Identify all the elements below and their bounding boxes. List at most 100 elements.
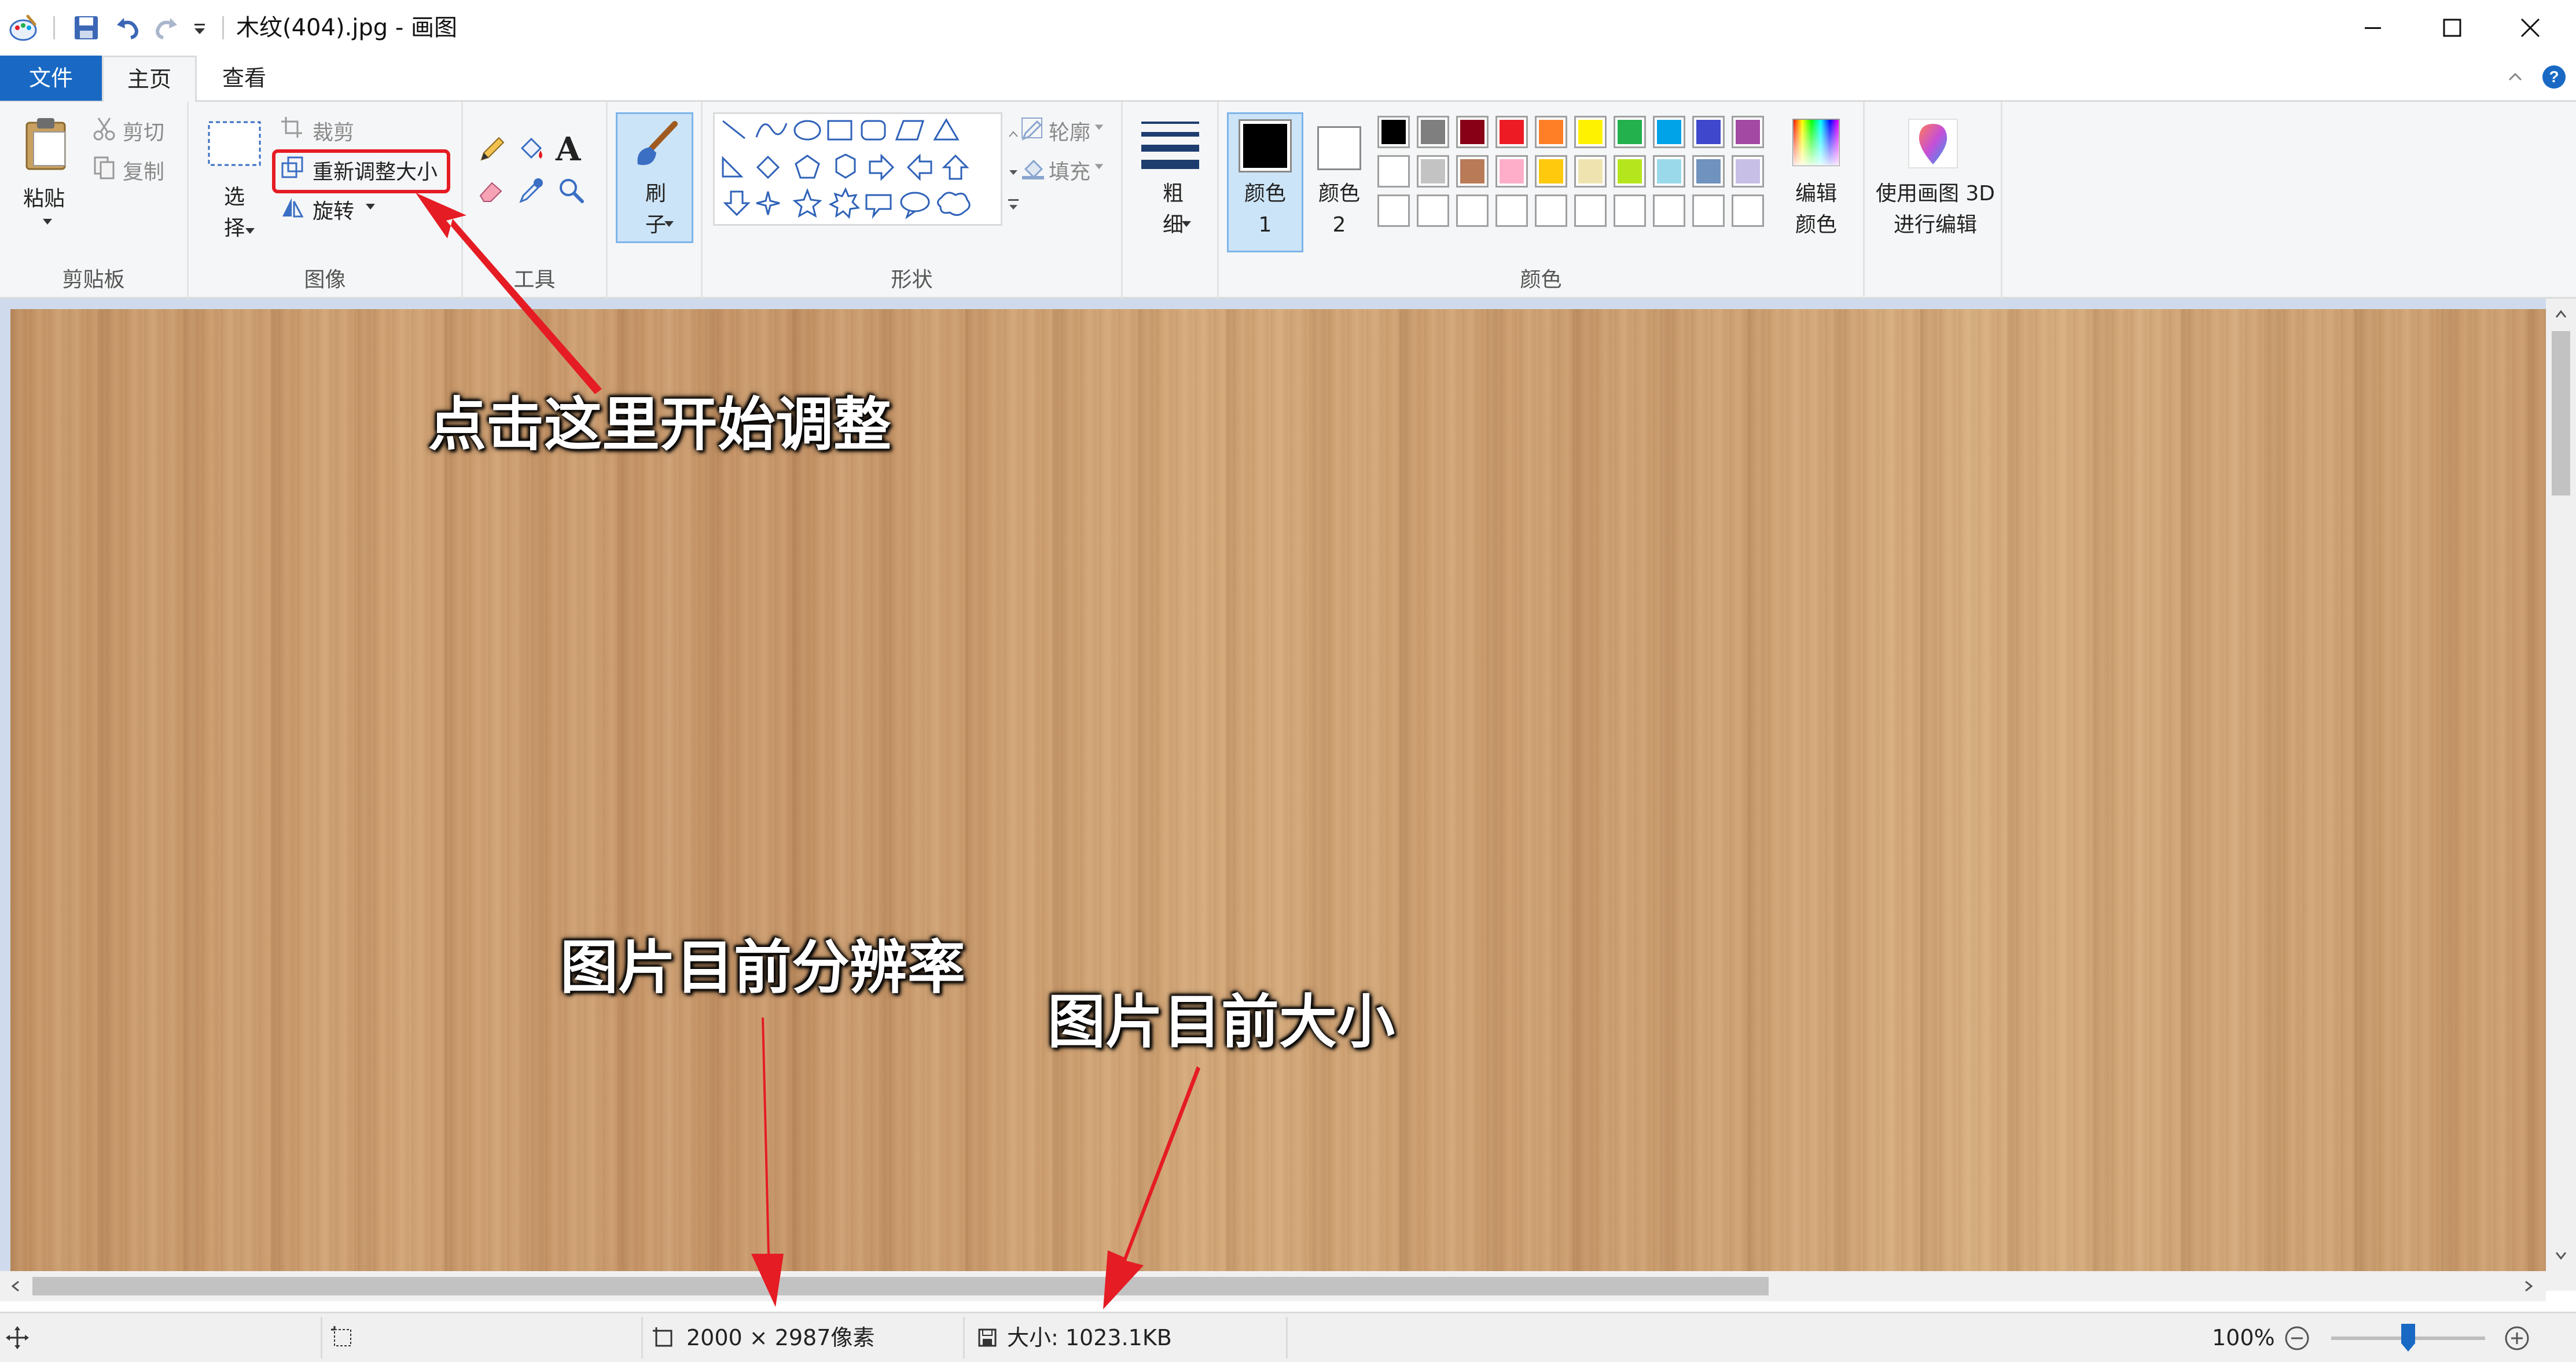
selection-size-icon [330, 1325, 355, 1353]
scroll-right-icon[interactable] [2514, 1271, 2544, 1301]
magnifier-icon[interactable] [556, 175, 587, 208]
outline-dropdown-icon[interactable] [1094, 122, 1104, 134]
fill-dropdown-icon[interactable] [1094, 161, 1104, 174]
paint-app-icon[interactable] [8, 13, 39, 43]
fill-bucket-icon[interactable] [515, 134, 546, 168]
color2-swatch[interactable] [1317, 126, 1361, 170]
pencil-icon[interactable] [476, 134, 507, 168]
svg-text:?: ? [2549, 68, 2559, 86]
tab-file[interactable]: 文件 [0, 56, 102, 101]
custom-color-slot[interactable] [1574, 194, 1607, 227]
wood-grain-image[interactable] [10, 309, 2546, 1290]
custom-color-slot[interactable] [1377, 194, 1410, 227]
horizontal-scroll-thumb[interactable] [32, 1277, 1769, 1295]
maximize-button[interactable] [2412, 0, 2491, 56]
fill-button[interactable]: 填充 [1049, 155, 1090, 185]
annotation-file-size: 图片目前大小 [1048, 988, 1395, 1056]
annotation-resolution: 图片目前分辨率 [560, 934, 965, 1001]
vertical-scroll-thumb[interactable] [2552, 331, 2570, 495]
select-icon[interactable] [206, 119, 264, 171]
status-bar: 2000 × 2987像素 大小: 1023.1KB 100% [0, 1312, 2576, 1362]
scroll-up-icon[interactable] [2546, 299, 2576, 329]
horizontal-scrollbar[interactable] [0, 1271, 2546, 1301]
minimize-button[interactable] [2334, 0, 2412, 56]
paste-dropdown-icon[interactable] [42, 215, 53, 229]
custom-color-slot[interactable] [1535, 194, 1567, 227]
zoom-slider[interactable] [2331, 1324, 2485, 1352]
brushes-dropdown-icon[interactable] [663, 218, 675, 232]
shapes-scroll[interactable] [1006, 112, 1021, 226]
color-swatch[interactable] [1456, 116, 1489, 148]
paint3d-icon[interactable] [1905, 116, 1961, 174]
color-swatch[interactable] [1732, 155, 1764, 188]
color-swatch[interactable] [1614, 155, 1646, 188]
color-swatch[interactable] [1653, 155, 1685, 188]
color-swatch[interactable] [1417, 155, 1449, 188]
status-separator [321, 1317, 322, 1359]
vertical-scrollbar[interactable] [2546, 299, 2576, 1291]
help-icon[interactable]: ? [2541, 64, 2567, 93]
status-separator [1286, 1317, 1288, 1359]
tools-group-label: 工具 [513, 268, 556, 292]
outline-button[interactable]: 轮廓 [1049, 116, 1090, 146]
size-dropdown-icon[interactable] [1181, 218, 1192, 232]
colors-group-label: 颜色 [1520, 268, 1562, 292]
color-swatch[interactable] [1692, 116, 1725, 148]
zoom-out-button[interactable] [2284, 1325, 2310, 1354]
paste-button[interactable] [21, 115, 73, 175]
cut-button[interactable]: 剪切 [123, 116, 164, 146]
tab-home[interactable]: 主页 [102, 56, 197, 102]
color2-label[interactable]: 颜色 2 [1311, 178, 1367, 241]
custom-color-slot[interactable] [1692, 194, 1725, 227]
size-lines-icon[interactable] [1140, 119, 1200, 175]
collapse-ribbon-icon[interactable] [2504, 65, 2527, 90]
color-picker-icon[interactable] [515, 175, 546, 208]
color-swatch[interactable] [1574, 155, 1607, 188]
tools-group: A 工具 [463, 102, 608, 299]
save-icon[interactable] [72, 13, 101, 43]
close-button[interactable] [2491, 0, 2570, 56]
zoom-in-button[interactable] [2504, 1325, 2530, 1354]
tab-view[interactable]: 查看 [208, 56, 280, 101]
rotate-button[interactable]: 旋转 [313, 194, 354, 225]
rotate-dropdown-icon[interactable] [365, 200, 376, 214]
eraser-icon[interactable] [476, 175, 507, 208]
color-swatch[interactable] [1692, 155, 1725, 188]
brushes-group: 刷子 [608, 102, 703, 299]
crop-button[interactable]: 裁剪 [313, 116, 354, 146]
status-separator [641, 1317, 643, 1359]
paint3d-button[interactable]: 使用画图 3D 进行编辑 [1875, 178, 1996, 241]
color-swatch[interactable] [1377, 116, 1410, 148]
color-swatch[interactable] [1495, 155, 1528, 188]
color-swatch[interactable] [1377, 155, 1410, 188]
select-dropdown-icon[interactable] [244, 225, 256, 238]
color-swatch[interactable] [1732, 116, 1764, 148]
text-tool-icon[interactable]: A [556, 132, 580, 167]
color-palette [1377, 116, 1777, 232]
copy-button[interactable]: 复制 [123, 155, 164, 185]
color-swatch[interactable] [1574, 116, 1607, 148]
undo-icon[interactable] [113, 13, 142, 43]
edit-colors-icon[interactable] [1788, 115, 1844, 172]
color-swatch[interactable] [1495, 116, 1528, 148]
custom-color-slot[interactable] [1614, 194, 1646, 227]
color-swatch[interactable] [1535, 116, 1567, 148]
custom-color-slot[interactable] [1456, 194, 1489, 227]
color-swatch[interactable] [1653, 116, 1685, 148]
scroll-down-icon[interactable] [2546, 1241, 2576, 1271]
custom-color-slot[interactable] [1732, 194, 1764, 227]
color-swatch[interactable] [1535, 155, 1567, 188]
customize-quick-access-icon[interactable] [191, 13, 208, 43]
scroll-left-icon[interactable] [0, 1271, 30, 1301]
redo-icon[interactable] [152, 13, 181, 43]
paste-label[interactable]: 粘贴 [23, 182, 65, 212]
custom-color-slot[interactable] [1653, 194, 1685, 227]
color-swatch[interactable] [1417, 116, 1449, 148]
color-swatch[interactable] [1456, 155, 1489, 188]
canvas-workspace [0, 299, 2576, 1301]
zoom-slider-thumb[interactable] [2401, 1324, 2415, 1352]
edit-colors-button[interactable]: 编辑颜色 [1787, 178, 1845, 241]
custom-color-slot[interactable] [1417, 194, 1449, 227]
color-swatch[interactable] [1614, 116, 1646, 148]
custom-color-slot[interactable] [1495, 194, 1528, 227]
